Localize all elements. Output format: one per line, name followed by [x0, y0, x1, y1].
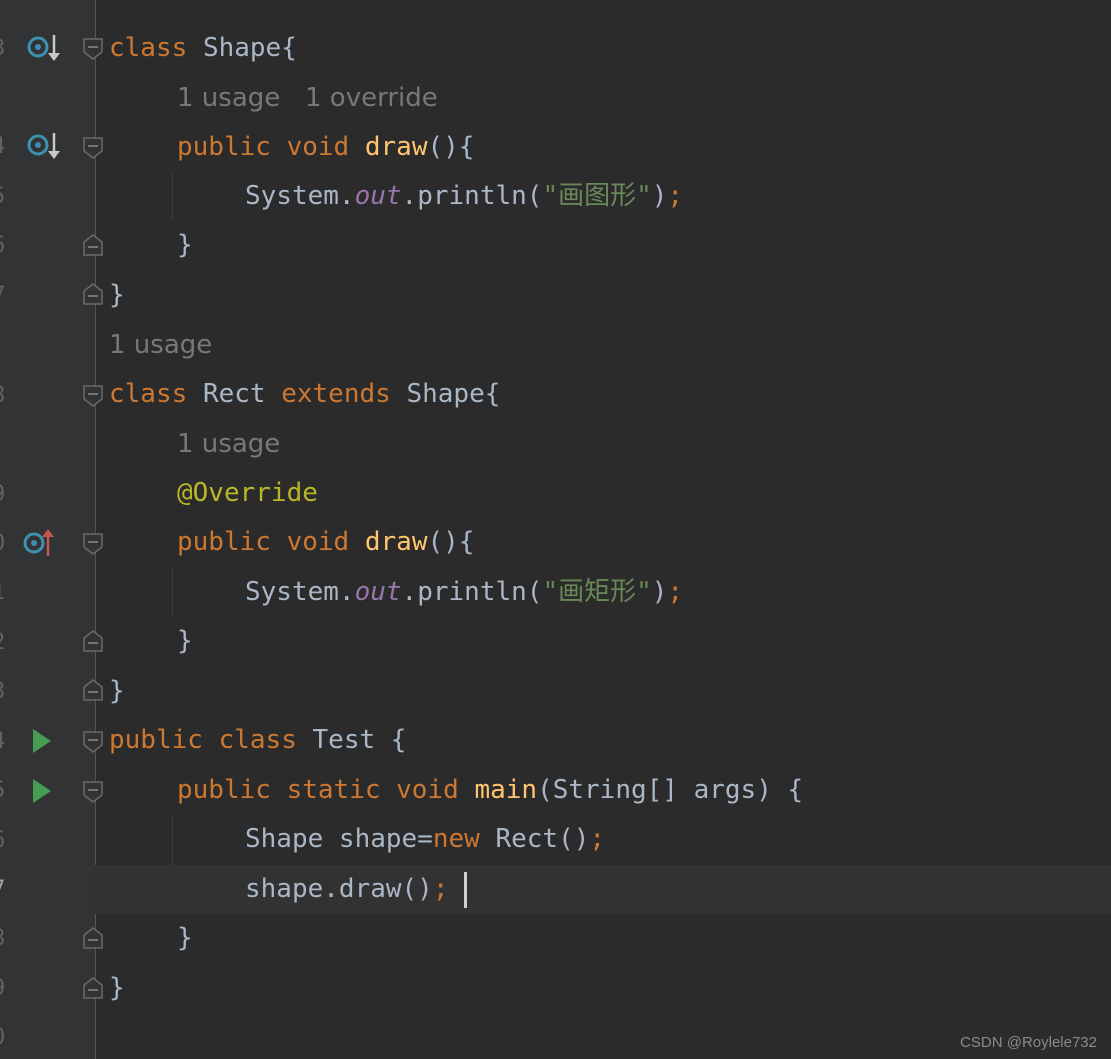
- code-line[interactable]: }: [0, 964, 1111, 1013]
- keyword: class: [109, 379, 188, 409]
- punctuation: ): [651, 181, 668, 211]
- code-line[interactable]: public void draw(){: [0, 123, 1111, 172]
- declaration: Shape shape=: [245, 824, 433, 854]
- text-caret: [464, 872, 467, 908]
- code-editor[interactable]: 3 4 5 6 7 8 9 0 1 2 3 4 5 6 7 8 9 0: [0, 0, 1111, 1059]
- semicolon: ;: [667, 577, 684, 607]
- override-hint[interactable]: 1 override: [305, 74, 438, 123]
- code-line[interactable]: System.out.println("画矩形");: [0, 568, 1111, 617]
- code-line[interactable]: class Shape{: [0, 24, 1111, 73]
- keyword: public: [177, 775, 271, 805]
- usage-hint[interactable]: 1 usage: [109, 321, 212, 370]
- code-line[interactable]: public static void main(String[] args) {: [0, 766, 1111, 815]
- string-literal: "画图形": [542, 181, 652, 211]
- method-name: draw: [364, 527, 428, 557]
- class-name: Test: [312, 725, 376, 755]
- class-name: Shape: [406, 379, 485, 409]
- semicolon: ;: [432, 874, 449, 904]
- semicolon: ;: [589, 824, 606, 854]
- punctuation: (){: [427, 132, 475, 162]
- keyword: void: [286, 527, 350, 557]
- usage-hint[interactable]: 1 usage: [177, 420, 280, 469]
- code-line[interactable]: }: [0, 221, 1111, 270]
- keyword: extends: [281, 379, 391, 409]
- brace: }: [109, 973, 125, 1003]
- keyword: public: [109, 725, 203, 755]
- code-line[interactable]: public void draw(){: [0, 518, 1111, 567]
- punctuation: (){: [427, 527, 475, 557]
- parameters: (String[] args) {: [537, 775, 804, 805]
- brace: }: [109, 280, 125, 310]
- class-name: Shape: [202, 33, 282, 63]
- identifier: .println(: [401, 577, 543, 607]
- identifier: System.: [245, 577, 355, 607]
- field-name: out: [354, 181, 402, 211]
- usage-hint[interactable]: 1 usage: [177, 74, 280, 123]
- brace: }: [177, 626, 193, 656]
- keyword: class: [218, 725, 297, 755]
- brace: }: [177, 923, 193, 953]
- code-line[interactable]: }: [0, 271, 1111, 320]
- brace: {: [375, 725, 407, 755]
- semicolon: ;: [667, 181, 684, 211]
- identifier: .println(: [401, 181, 543, 211]
- keyword: new: [432, 824, 480, 854]
- inlay-hint-row[interactable]: 1 usage: [0, 321, 1111, 370]
- class-name: Rect: [202, 379, 266, 409]
- brace: {: [281, 33, 297, 63]
- brace: }: [177, 230, 193, 260]
- string-literal: "画矩形": [542, 577, 652, 607]
- annotation: @Override: [177, 478, 318, 508]
- code-line[interactable]: class Rect extends Shape{: [0, 370, 1111, 419]
- brace: }: [109, 676, 125, 706]
- watermark: CSDN @Roylele732: [960, 1034, 1097, 1051]
- code-line[interactable]: System.out.println("画图形");: [0, 172, 1111, 221]
- punctuation: ): [651, 577, 668, 607]
- code-line[interactable]: }: [0, 914, 1111, 963]
- code-line[interactable]: }: [0, 667, 1111, 716]
- keyword: static: [286, 775, 381, 805]
- code-line[interactable]: Shape shape=new Rect();: [0, 815, 1111, 864]
- keyword: void: [286, 132, 350, 162]
- code-line-current[interactable]: shape.draw();: [0, 865, 1111, 914]
- code-line[interactable]: @Override: [0, 469, 1111, 518]
- identifier: System.: [245, 181, 355, 211]
- inlay-hint-row[interactable]: 1 usage 1 override: [0, 74, 1111, 123]
- keyword: public: [177, 132, 271, 162]
- keyword: class: [109, 33, 188, 63]
- field-name: out: [354, 577, 402, 607]
- inlay-hint-row[interactable]: 1 usage: [0, 420, 1111, 469]
- method-name: draw: [364, 132, 428, 162]
- code-line[interactable]: }: [0, 617, 1111, 666]
- code-line[interactable]: public class Test {: [0, 716, 1111, 765]
- keyword: public: [177, 527, 271, 557]
- method-call: shape.draw(): [245, 874, 433, 904]
- constructor-call: Rect(): [479, 824, 590, 854]
- method-name: main: [474, 775, 538, 805]
- keyword: void: [396, 775, 459, 805]
- brace: {: [484, 379, 501, 409]
